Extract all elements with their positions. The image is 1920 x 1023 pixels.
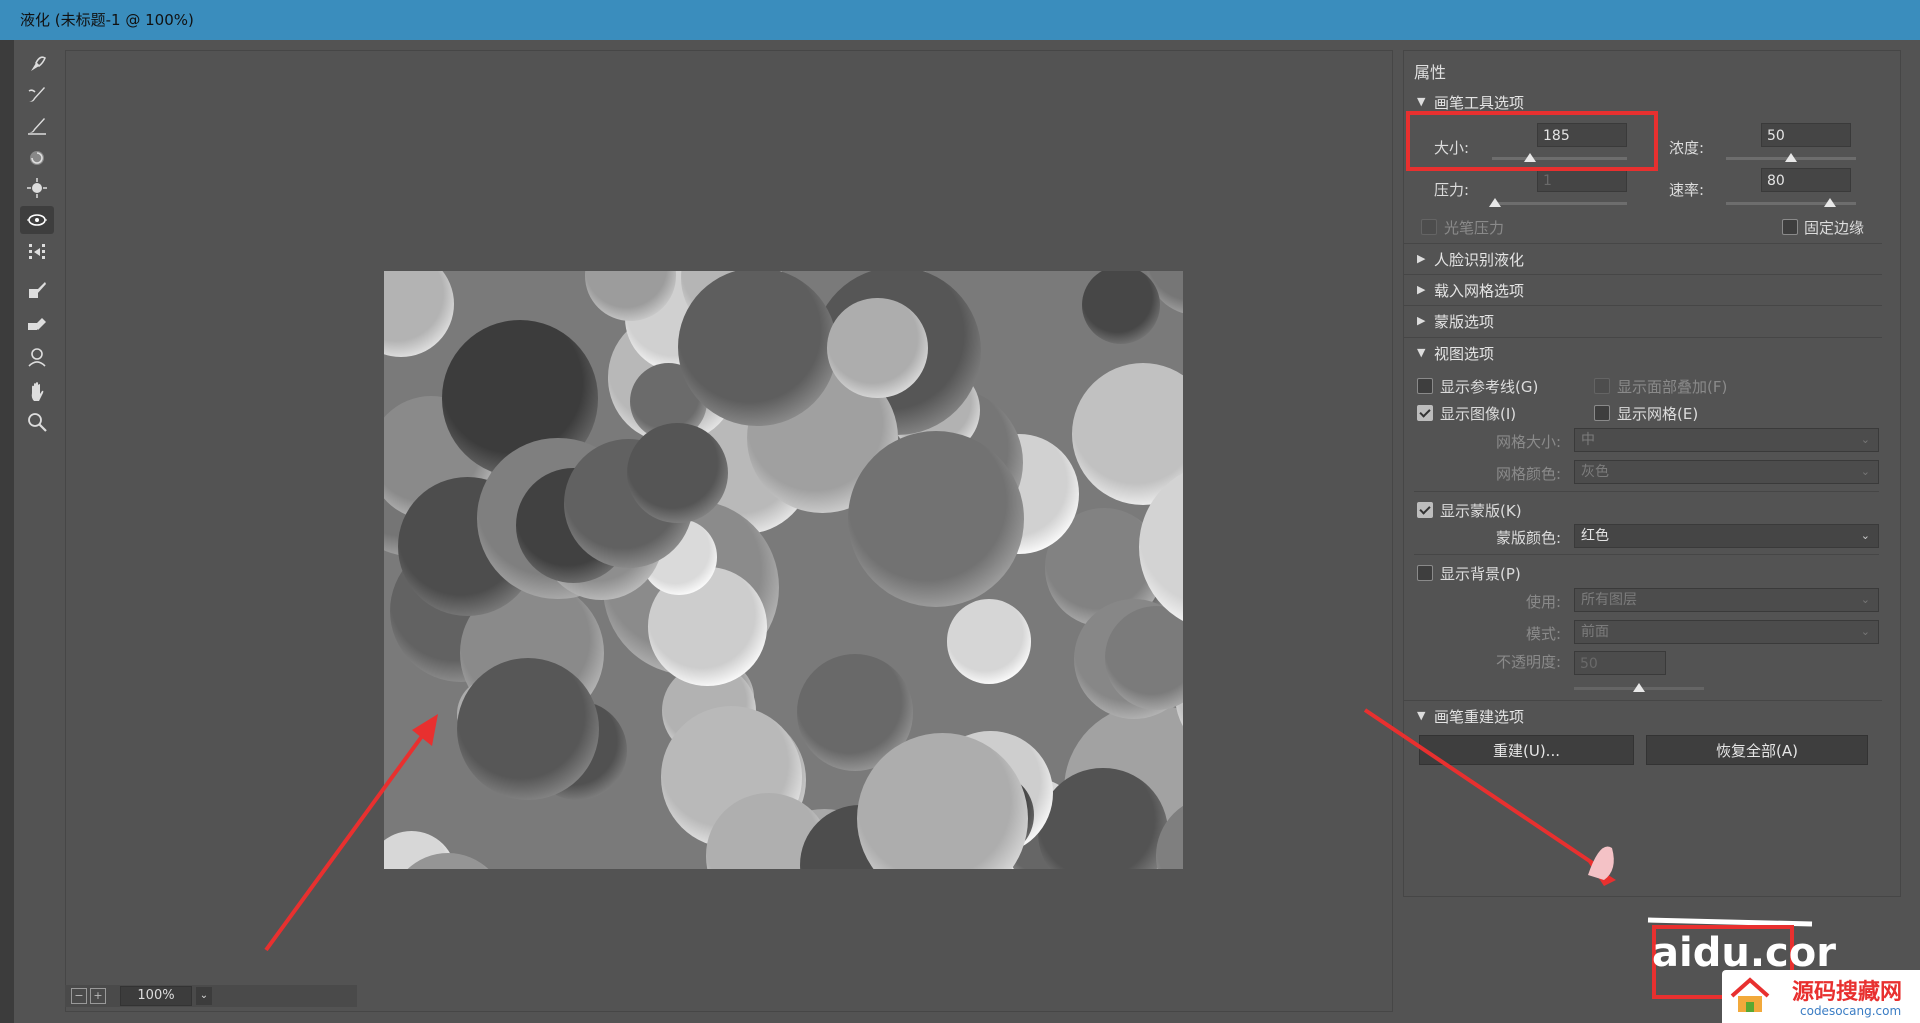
house-icon (1728, 976, 1772, 1016)
annotation-arrow-left (264, 726, 430, 952)
watermark-stroke (1647, 917, 1813, 927)
highlight-box-size (1406, 111, 1658, 171)
site-url: codesocang.com (1800, 1004, 1902, 1018)
site-logo-text: 源码搜藏网 (1792, 980, 1903, 1005)
site-logo: 源码搜藏网 codesocang.com (1722, 970, 1920, 1023)
annotation-arrow-right (1363, 708, 1602, 870)
